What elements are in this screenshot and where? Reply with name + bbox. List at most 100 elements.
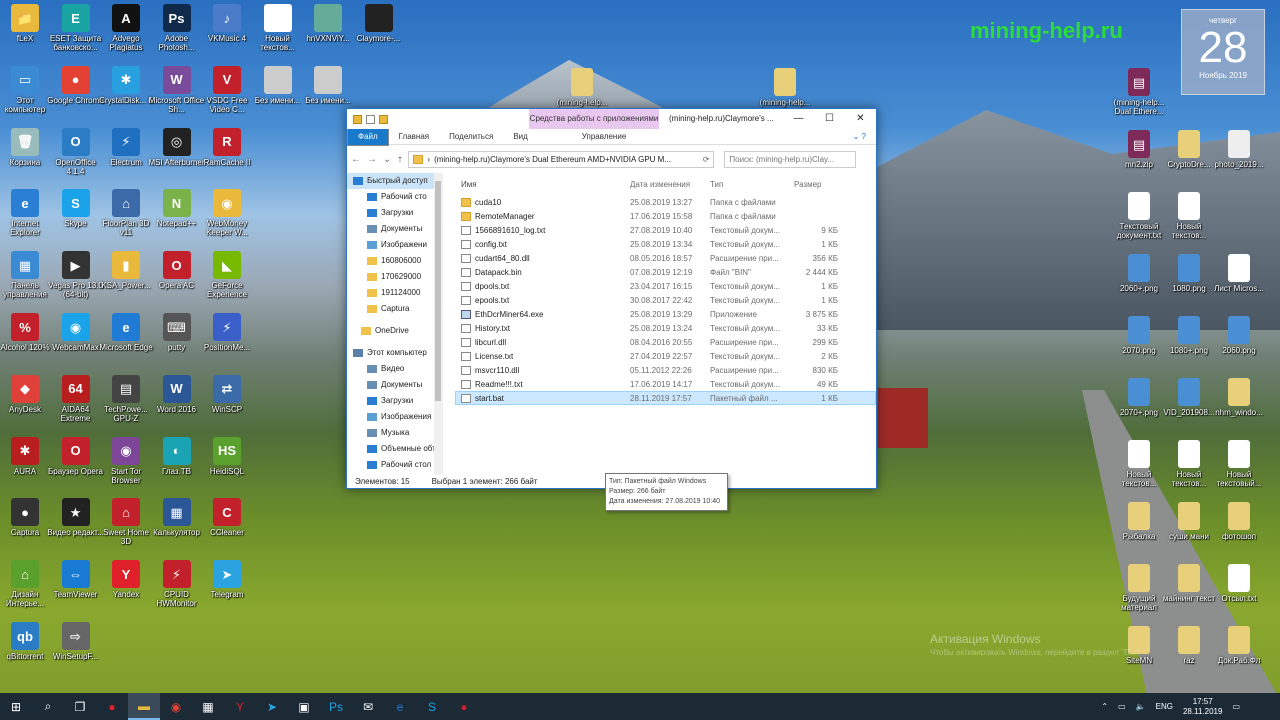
chevron-down-icon[interactable]: ⌄: [383, 154, 391, 165]
desktop-icon[interactable]: O Браузер Opera: [47, 436, 105, 476]
desktop-icon[interactable]: Y Yandex: [97, 560, 155, 599]
close-button[interactable]: ✕: [845, 109, 876, 129]
desktop-icon[interactable]: ▮ KSA_Power...: [97, 251, 155, 290]
desktop-icon[interactable]: Без имени...: [299, 65, 357, 105]
desktop-icon[interactable]: ⚡ Electrum: [97, 127, 155, 167]
folder-icon[interactable]: [353, 114, 362, 124]
table-row[interactable]: Datapack.bin 07.08.2019 12:19 Файл "BIN" 2 …: [457, 265, 876, 279]
ribbon-tab[interactable]: Поделиться: [439, 129, 503, 145]
table-row[interactable]: cudart64_80.dll 08.05.2016 18:57 Расширени…: [457, 251, 876, 265]
properties-icon[interactable]: [366, 114, 375, 124]
desktop-icon[interactable]: O Opera AC: [148, 251, 206, 290]
desktop-icon[interactable]: ◎ MSI Afterburner: [148, 127, 206, 167]
table-row[interactable]: RemoteManager 17.06.2019 15:58 Папка с фай…: [457, 209, 876, 223]
desktop-icon[interactable]: ▶ Vegas Pro 13.0 (64-bit): [47, 251, 105, 299]
desktop-icon[interactable]: Claymore-...: [350, 4, 408, 43]
sidebar-item[interactable]: 170629000: [347, 269, 442, 285]
scrollbar[interactable]: [434, 173, 442, 475]
telegram-icon[interactable]: ➤: [256, 693, 288, 720]
mail-icon[interactable]: ✉: [352, 693, 384, 720]
task-view-icon[interactable]: ❐: [64, 693, 96, 720]
yandex-icon[interactable]: Y: [224, 693, 256, 720]
desktop-icon[interactable]: ⌂ Sweet Home 3D: [97, 498, 155, 546]
desktop-icon[interactable]: C CCleaner: [198, 498, 256, 537]
back-icon[interactable]: ←: [351, 154, 361, 165]
table-row[interactable]: EthDcrMiner64.exe 25.08.2019 13:29 Приложе…: [457, 307, 876, 321]
desktop-icon[interactable]: nhm_windo...: [1210, 378, 1268, 417]
volume-icon[interactable]: 🔈: [1136, 702, 1146, 711]
sidebar-item[interactable]: Изображени: [347, 237, 442, 253]
minimize-button[interactable]: —: [783, 109, 814, 129]
desktop-icon[interactable]: ♪ VKMusic 4: [198, 4, 256, 43]
column-header[interactable]: Дата изменения: [630, 180, 710, 189]
desktop-icon[interactable]: ▤ TechPowe... GPU-Z: [97, 374, 155, 423]
desktop-icon[interactable]: ⇄ WinSCP: [198, 374, 256, 414]
table-row[interactable]: History.txt 25.08.2019 13:24 Текстовый док…: [457, 321, 876, 335]
desktop-icon[interactable]: ⚡ CPUID HWMonitor: [148, 560, 206, 608]
desktop-icon[interactable]: 2060.png: [1210, 316, 1268, 355]
store-icon[interactable]: ▦: [192, 693, 224, 720]
table-row[interactable]: License.txt 27.04.2019 22:57 Текстовый док…: [457, 349, 876, 363]
desktop-icon[interactable]: ⇔ TeamViewer: [47, 560, 105, 599]
desktop-icon[interactable]: ➤ Telegram: [198, 560, 256, 599]
sidebar-item[interactable]: Документы: [347, 377, 442, 393]
table-row[interactable]: start.bat 28.11.2019 17:57 Пакетный файл .…: [455, 391, 876, 405]
app-icon[interactable]: ▣: [288, 693, 320, 720]
sidebar-item[interactable]: OneDrive: [347, 323, 442, 339]
ribbon-tab[interactable]: Вид: [503, 129, 537, 145]
desktop-icon[interactable]: photo_2019...: [1210, 130, 1268, 169]
desktop-icon[interactable]: Без имени...: [249, 65, 307, 105]
desktop-icon[interactable]: ⚡ PositionMe...: [198, 313, 256, 352]
desktop-icon[interactable]: 64 AIDA64 Extreme: [47, 374, 105, 423]
table-row[interactable]: libcurl.dll 08.04.2016 20:55 Расширение пр…: [457, 335, 876, 349]
desktop-icon[interactable]: Ps Adobe Photosh...: [148, 4, 206, 52]
desktop-icon[interactable]: ★ Видео редакт...: [47, 498, 105, 537]
scrollbar-thumb[interactable]: [435, 181, 441, 401]
sidebar-item[interactable]: 160806000: [347, 253, 442, 269]
desktop-icon[interactable]: (mining-help...: [553, 68, 611, 107]
table-row[interactable]: 1566891610_log.txt 27.08.2019 10:40 Тексто…: [457, 223, 876, 237]
skype-icon[interactable]: S: [416, 693, 448, 720]
desktop-icon[interactable]: hnVXNViY...: [299, 4, 357, 43]
photoshop-icon[interactable]: Ps: [320, 693, 352, 720]
up-icon[interactable]: ↑: [397, 154, 402, 165]
sidebar-item[interactable]: Документы: [347, 221, 442, 237]
notification-icon[interactable]: ▭: [1232, 702, 1240, 711]
sidebar-item[interactable]: Рабочий сто: [347, 189, 442, 205]
desktop-icon[interactable]: ▦ Калькулятор: [148, 498, 206, 537]
sidebar-item[interactable]: 191124000: [347, 285, 442, 301]
sidebar-item[interactable]: Этот компьютер: [347, 345, 442, 361]
ribbon-tab[interactable]: Главная: [389, 129, 439, 145]
title-bar[interactable]: Средства работы с приложениями (mining-h…: [347, 109, 876, 129]
desktop-icon[interactable]: N Notepad++: [148, 189, 206, 228]
explorer-taskbar-icon[interactable]: ▬: [128, 693, 160, 720]
sidebar-item[interactable]: Captura: [347, 301, 442, 317]
language-indicator[interactable]: ENG: [1156, 702, 1173, 711]
desktop-icon[interactable]: ● Google Chrome: [47, 65, 105, 105]
edge-icon[interactable]: e: [384, 693, 416, 720]
desktop-icon[interactable]: S Skype: [47, 189, 105, 228]
column-header[interactable]: Тип: [710, 180, 790, 189]
desktop-icon[interactable]: ◉ WebcamMax: [47, 313, 105, 352]
ribbon-tab[interactable]: Управление: [572, 129, 636, 145]
desktop-icon[interactable]: A Advego Plagiatus: [97, 4, 155, 52]
table-row[interactable]: config.txt 25.08.2019 13:34 Текстовый доку…: [457, 237, 876, 251]
column-header[interactable]: Размер: [790, 180, 838, 189]
desktop-icon[interactable]: Новый текстов...: [249, 4, 307, 52]
desktop-icon[interactable]: ◐ Глаз.ТВ: [148, 436, 206, 476]
sidebar-item[interactable]: Видео: [347, 361, 442, 377]
sidebar-item[interactable]: Музыка: [347, 425, 442, 441]
desktop-icon[interactable]: HS HeidiSQL: [198, 436, 256, 476]
refresh-icon[interactable]: ⟳: [703, 155, 714, 164]
record-icon[interactable]: ●: [448, 693, 480, 720]
desktop-icon[interactable]: фотошоп: [1210, 502, 1268, 541]
forward-icon[interactable]: →: [367, 154, 377, 165]
sidebar-item[interactable]: Рабочий стол: [347, 457, 442, 473]
start-icon[interactable]: ⊞: [0, 693, 32, 720]
sidebar-item[interactable]: Загрузки: [347, 393, 442, 409]
chevron-up-icon[interactable]: ⌃: [1101, 702, 1108, 711]
chrome-icon[interactable]: ◉: [160, 693, 192, 720]
address-box[interactable]: › (mining-help.ru)Claymore's Dual Ethere…: [408, 150, 715, 168]
desktop-icon[interactable]: V VSDC Free Video C...: [198, 65, 256, 114]
desktop-icon[interactable]: ◉ WebMoney Keeper W...: [198, 189, 256, 237]
